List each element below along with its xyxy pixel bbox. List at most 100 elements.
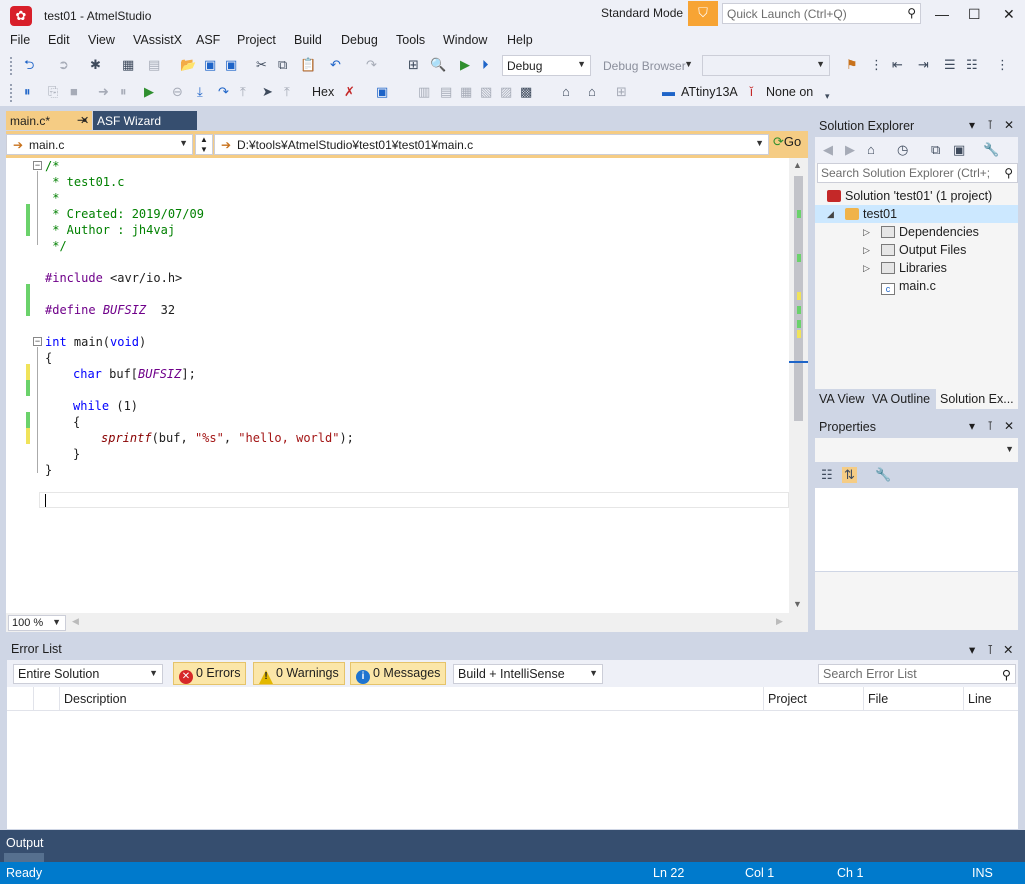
categorized-icon[interactable]: ☷: [821, 467, 833, 483]
quick-launch-input[interactable]: Quick Launch (Ctrl+Q) ⚲: [722, 3, 921, 24]
grid-icon[interactable]: ⊞: [616, 84, 627, 100]
tab-va-outline[interactable]: VA Outline: [868, 389, 934, 409]
column-project[interactable]: Project: [763, 687, 863, 711]
column-description[interactable]: Description: [59, 687, 763, 711]
device-name[interactable]: ATtiny13A: [681, 85, 738, 99]
error-scope-select[interactable]: Entire Solution ▼: [13, 664, 163, 684]
tab-asf-wizard[interactable]: ASF Wizard: [93, 111, 197, 130]
tree-item-libraries[interactable]: ▷ Libraries: [863, 259, 947, 277]
step-out-icon[interactable]: ⤒: [240, 84, 246, 100]
tree-item-dependencies[interactable]: ▷ Dependencies: [863, 223, 979, 241]
toolbar-options-icon[interactable]: ⋮: [996, 57, 1009, 73]
debug-browser-select[interactable]: Debug Browser ▼: [598, 55, 698, 76]
device-programming-icon[interactable]: ⌂: [562, 84, 570, 100]
maximize-button[interactable]: ☐: [968, 6, 981, 23]
run-icon[interactable]: ▶: [144, 84, 154, 100]
glasses-icon[interactable]: ⊖: [172, 84, 183, 100]
menu-build[interactable]: Build: [294, 33, 322, 47]
tool-icon[interactable]: ǐ: [750, 84, 753, 100]
toolbar-grip[interactable]: [10, 57, 14, 75]
error-search-input[interactable]: Search Error List ⚲: [818, 664, 1016, 684]
new-project-icon[interactable]: ✱: [90, 57, 101, 73]
toolbar-overflow-icon[interactable]: ⋮: [870, 57, 883, 73]
menu-vassistx[interactable]: VAssistX: [133, 33, 182, 47]
properties-wrench-icon[interactable]: 🔧: [983, 142, 999, 158]
collapsed-icon[interactable]: ▷: [863, 241, 870, 259]
collapse-icon[interactable]: −: [33, 337, 42, 346]
close-icon[interactable]: ✕: [1004, 419, 1014, 433]
save-icon[interactable]: ▣: [204, 57, 216, 73]
collapsed-icon[interactable]: ▷: [863, 259, 870, 277]
pause-icon[interactable]: ⏸: [120, 84, 127, 100]
go-button[interactable]: ⟳Go: [773, 134, 801, 150]
column-icon[interactable]: [33, 687, 58, 711]
hex-toggle[interactable]: Hex: [312, 85, 334, 99]
continue-icon[interactable]: ➜: [98, 84, 109, 100]
memory-icon[interactable]: ▦: [460, 84, 472, 100]
close-button[interactable]: ✕: [1003, 6, 1015, 23]
debug-tool-name[interactable]: None on: [766, 85, 813, 99]
start-debugging-icon[interactable]: ▶: [460, 57, 470, 73]
forward-icon[interactable]: ➲: [58, 57, 69, 73]
standard-mode-label[interactable]: Standard Mode: [601, 6, 683, 20]
menu-window[interactable]: Window: [443, 33, 487, 47]
uncomment-icon[interactable]: ☷: [966, 57, 978, 73]
history-icon[interactable]: ◷: [897, 142, 908, 158]
menu-help[interactable]: Help: [507, 33, 533, 47]
menu-edit[interactable]: Edit: [48, 33, 70, 47]
save-all-icon[interactable]: ▣: [225, 57, 237, 73]
pin-icon[interactable]: ⊺: [987, 419, 993, 433]
add-existing-icon[interactable]: ▤: [148, 57, 160, 73]
warnings-filter-button[interactable]: ! 0 Warnings: [253, 662, 345, 685]
menu-tools[interactable]: Tools: [396, 33, 425, 47]
redo-icon[interactable]: ↷: [366, 57, 377, 73]
zoom-select[interactable]: 100 % ▼: [8, 615, 66, 631]
comment-icon[interactable]: ☰: [944, 57, 956, 73]
disassembly-icon[interactable]: ▥: [418, 84, 430, 100]
messages-filter-button[interactable]: i0 Messages: [350, 662, 447, 685]
menu-view[interactable]: View: [88, 33, 115, 47]
back-icon[interactable]: ◀: [823, 142, 833, 158]
minimize-button[interactable]: —: [935, 6, 949, 22]
menu-asf[interactable]: ASF: [196, 33, 220, 47]
solution-config-icon[interactable]: ⊞: [408, 57, 419, 73]
collapse-icon[interactable]: −: [33, 161, 42, 170]
back-icon[interactable]: ⮌: [24, 57, 34, 73]
outdent-icon[interactable]: ⇥: [918, 57, 929, 73]
tab-solution-explorer[interactable]: Solution Ex...: [936, 389, 1018, 409]
error-source-select[interactable]: Build + IntelliSense ▼: [453, 664, 603, 684]
configuration-select[interactable]: Debug ▼: [502, 55, 591, 76]
close-icon[interactable]: ✕: [1004, 118, 1014, 132]
tree-solution[interactable]: Solution 'test01' (1 project): [827, 187, 992, 205]
column-line[interactable]: Line: [963, 687, 1018, 711]
file-select[interactable]: ➔ main.c ▼: [6, 134, 193, 155]
scroll-down-icon[interactable]: ▼: [793, 599, 802, 609]
tree-project[interactable]: ◢ test01: [815, 205, 1018, 223]
io-view-icon[interactable]: ▧: [480, 84, 492, 100]
break-all-icon[interactable]: ⏸: [24, 84, 31, 100]
scroll-left-icon[interactable]: ◀: [72, 616, 79, 627]
home-icon[interactable]: ⌂: [867, 142, 875, 158]
tree-item-main-c[interactable]: c main.c: [881, 277, 936, 295]
step-into-icon[interactable]: ⤓: [197, 84, 203, 100]
panel-menu-icon[interactable]: ▾: [969, 118, 975, 132]
properties-object-select[interactable]: ▼: [815, 438, 1018, 460]
indent-icon[interactable]: ⇤: [892, 57, 903, 73]
collapsed-icon[interactable]: ▷: [863, 223, 870, 241]
panel-menu-icon[interactable]: ▾: [969, 642, 975, 657]
windows-icon[interactable]: ▣: [376, 84, 388, 100]
solution-explorer-search[interactable]: Search Solution Explorer (Ctrl+; ⚲: [817, 163, 1018, 183]
close-icon[interactable]: ✕: [1003, 642, 1013, 657]
sync-icon[interactable]: ⧉: [931, 142, 940, 158]
pin-icon[interactable]: ⊺: [987, 642, 994, 657]
open-file-icon[interactable]: 📂: [180, 57, 196, 73]
alphabetical-icon[interactable]: ⇅: [842, 467, 857, 483]
menu-project[interactable]: Project: [237, 33, 276, 47]
toolbar-overflow-icon[interactable]: ▾: [825, 88, 830, 104]
menu-file[interactable]: File: [10, 33, 30, 47]
toolbar-grip[interactable]: [10, 84, 14, 102]
property-pages-icon[interactable]: 🔧: [875, 467, 891, 483]
tree-item-output-files[interactable]: ▷ Output Files: [863, 241, 966, 259]
chip-icon[interactable]: ⌂: [588, 84, 596, 100]
menu-debug[interactable]: Debug: [341, 33, 378, 47]
